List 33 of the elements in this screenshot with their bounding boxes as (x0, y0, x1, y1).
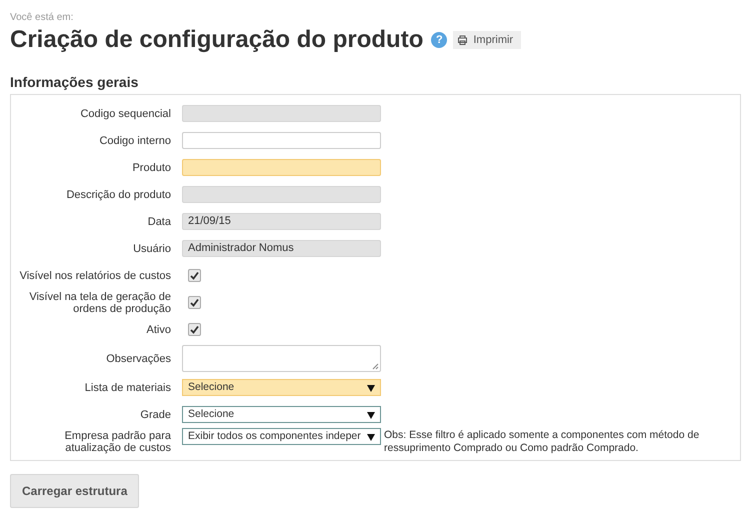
dropdown[interactable]: Selecione (182, 379, 381, 396)
load-structure-button[interactable]: Carregar estrutura (10, 474, 140, 508)
field-label: Observações (105, 352, 171, 364)
resize-grip-icon[interactable] (372, 363, 379, 370)
checkbox[interactable] (188, 296, 201, 309)
text-area[interactable] (182, 345, 381, 372)
field-label: Usuário (132, 242, 171, 254)
field-label: Data (146, 216, 171, 228)
print-button[interactable]: Imprimir (453, 31, 522, 49)
dropdown[interactable]: Exibir todos os componentes indeper (182, 428, 381, 445)
field-label: Codigo interno (98, 134, 171, 146)
field-label: Ativo (146, 324, 171, 336)
field-label: Visível na tela de geração de ordens de produção (28, 290, 171, 314)
caret-icon (367, 410, 375, 418)
caret-icon (367, 384, 375, 392)
dropdown[interactable]: Selecione (182, 406, 381, 423)
printer-icon (457, 35, 468, 45)
field-label: Visível nos relatórios de custos (18, 270, 171, 282)
page-title: Criação de configuração do produto (10, 26, 424, 54)
note-text: Obs: Esse filtro é aplicado somente a componentes com método de ressuprimento Comprado ou Como padrão Comprado. (384, 429, 700, 455)
section-heading: Informações gerais (10, 74, 140, 90)
field-label: Descrição do produto (65, 188, 171, 200)
breadcrumb-label: Você está em: (10, 12, 74, 23)
caret-icon (367, 432, 375, 440)
field-label: Codigo sequencial (79, 108, 171, 120)
text-field[interactable] (182, 132, 381, 149)
checkbox[interactable] (188, 269, 201, 282)
text-field[interactable] (182, 159, 381, 176)
checkbox[interactable] (188, 323, 201, 336)
field-label: Empresa padrão para atualização de custos (64, 430, 171, 454)
field-label: Grade (139, 408, 171, 420)
field-label: Lista de materiais (84, 382, 171, 394)
field-label: Produto (131, 162, 171, 174)
